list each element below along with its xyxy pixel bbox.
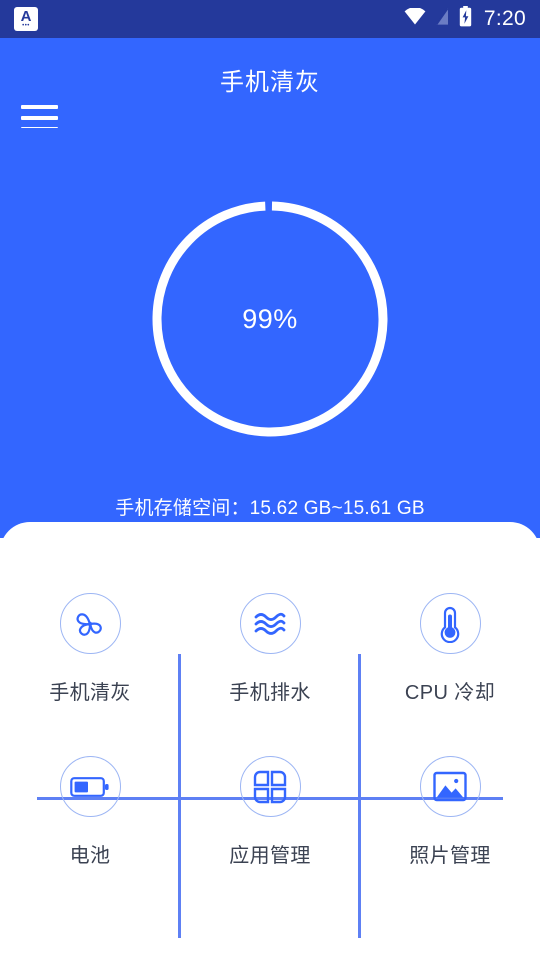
tool-item-app-manager[interactable]: 应用管理 [180,741,360,901]
tool-item-label: 手机清灰 [49,682,131,704]
tool-item-label: 应用管理 [229,845,311,867]
battery-icon [59,756,121,817]
storage-progress-ring: 99% [149,198,391,440]
tool-item-photo-manager[interactable]: 照片管理 [360,741,540,901]
wifi-icon [404,7,426,30]
hero-section: 99% 手机存储空间：15.62 GB~15.61 GB [0,128,540,538]
tool-item-label: 电池 [69,845,111,867]
status-bar: A ••• 7:20 [0,0,540,38]
tool-item-label: 手机排水 [229,682,311,704]
thermometer-icon [419,593,481,654]
tool-item-label: CPU 冷却 [404,682,496,704]
tool-item-phone-dust-clean[interactable]: 手机清灰 [0,578,180,738]
tools-grid: 手机清灰 手机排水 CPU 冷却 电池 应用管理 照片管理 [0,578,540,946]
battery-charging-icon [459,6,472,32]
tool-item-label: 照片管理 [409,845,491,867]
progress-percent-label: 99% [242,303,298,334]
app-badge-icon: A ••• [14,7,38,31]
app-badge-letter: A [20,7,32,25]
status-icons: 7:20 [404,6,526,32]
tools-card: 手机清灰 手机排水 CPU 冷却 电池 应用管理 照片管理 [0,522,540,960]
page-title: 手机清灰 [220,69,320,96]
status-clock: 7:20 [483,7,526,30]
storage-summary-text: 手机存储空间：15.62 GB~15.61 GB [115,498,425,519]
signal-off-icon [435,7,450,31]
water-waves-icon [239,593,301,654]
tool-item-phone-water-eject[interactable]: 手机排水 [180,578,360,738]
app-grid-icon [239,756,301,817]
tool-item-cpu-cooling[interactable]: CPU 冷却 [360,578,540,738]
fan-icon [59,593,121,654]
photo-icon [419,756,481,817]
app-bar: 手机清灰 [0,38,540,131]
phone-screen: A ••• 7:20 手机清灰 99% 手机存储空间：15.62 GB~15.6… [0,0,540,960]
app-badge-dots: ••• [22,22,30,29]
tool-item-battery[interactable]: 电池 [0,741,180,901]
